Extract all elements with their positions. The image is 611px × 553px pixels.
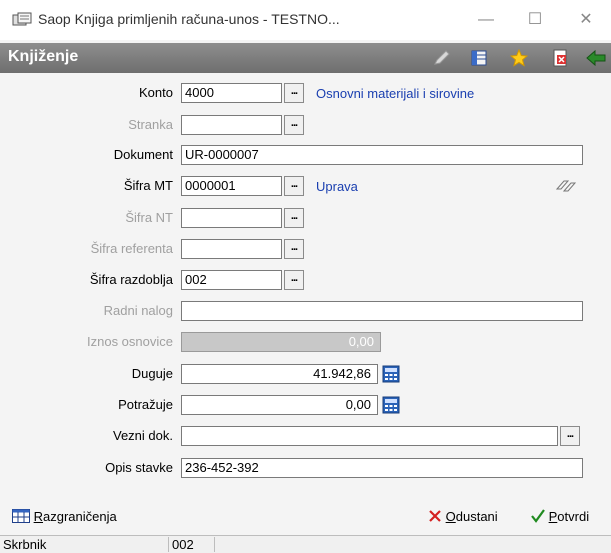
table-icon[interactable] (470, 49, 488, 67)
window-titlebar: Saop Knjiga primljenih računa-unos - TES… (0, 0, 611, 40)
status-bar: Skrbnik 002 (0, 535, 611, 553)
sifra-nt-field[interactable] (181, 208, 282, 228)
sifra-mt-lookup-button[interactable]: ... (284, 176, 304, 196)
sifra-nt-label: Šifra NT (125, 210, 173, 225)
grid-icon (12, 509, 30, 523)
duguje-label: Duguje (131, 366, 173, 381)
duguje-calculator-icon[interactable] (382, 365, 400, 383)
sifra-nt-lookup-button[interactable]: ... (284, 208, 304, 228)
vezni-dok-field[interactable] (181, 426, 558, 446)
status-code: 002 (168, 537, 208, 552)
radni-nalog-label: Radni nalog (103, 303, 173, 318)
iznos-osnovice-label: Iznos osnovice (87, 334, 173, 349)
odustani-mnemonic: O (445, 509, 456, 524)
edit-icon[interactable] (433, 49, 451, 67)
exit-arrow-icon[interactable] (585, 49, 607, 67)
stranka-field[interactable] (181, 115, 282, 135)
radni-nalog-field[interactable] (181, 301, 583, 321)
status-message (214, 537, 611, 552)
konto-label: Konto (139, 85, 173, 100)
vezni-dok-label: Vezni dok. (113, 428, 173, 443)
opis-stavke-label: Opis stavke (105, 460, 173, 475)
sifra-mt-description: Uprava (316, 179, 358, 194)
razgranicenja-button[interactable]: Razgraničenja (12, 509, 117, 524)
dokument-label: Dokument (113, 147, 173, 162)
potrazuje-label: Potražuje (118, 397, 173, 412)
stranka-label: Stranka (128, 117, 173, 132)
potrazuje-calculator-icon[interactable] (382, 396, 400, 414)
minimize-button[interactable]: — (474, 8, 498, 32)
iznos-osnovice-field: 0,00 (181, 332, 381, 352)
sifra-referenta-field[interactable] (181, 239, 282, 259)
sifra-referenta-lookup-button[interactable]: ... (284, 239, 304, 259)
sifra-mt-label: Šifra MT (123, 178, 173, 193)
sifra-referenta-label: Šifra referenta (90, 241, 173, 256)
cancel-x-icon (429, 510, 441, 522)
document-delete-icon[interactable] (551, 49, 569, 67)
section-header: Knjiženje (0, 43, 611, 73)
sifra-razdoblja-lookup-button[interactable]: ... (284, 270, 304, 290)
maximize-button[interactable]: ☐ (523, 8, 547, 32)
opis-stavke-field[interactable]: 236-452-392 (181, 458, 583, 478)
duguje-field[interactable]: 41.942,86 (181, 364, 378, 384)
odustani-label: dustani (455, 509, 498, 524)
close-button[interactable]: ✕ (574, 8, 598, 32)
sifra-razdoblja-label: Šifra razdoblja (89, 272, 173, 287)
dokument-field[interactable]: UR-0000007 (181, 145, 583, 165)
konto-field[interactable]: 4000 (181, 83, 282, 103)
konto-description: Osnovni materijali i sirovine (316, 86, 475, 101)
stranka-lookup-button[interactable]: ... (284, 115, 304, 135)
star-icon[interactable] (510, 49, 528, 67)
potvrdi-label: otvrdi (557, 509, 590, 524)
odustani-button[interactable]: Odustani (428, 509, 498, 524)
razgranicenja-label: azgraničenja (43, 509, 117, 524)
potvrdi-button[interactable]: Potvrdi (531, 509, 589, 524)
konto-lookup-button[interactable]: ... (284, 83, 304, 103)
status-user: Skrbnik (3, 537, 47, 552)
link-chain-icon[interactable] (556, 179, 576, 193)
checkmark-icon (531, 509, 545, 523)
sifra-mt-field[interactable]: 0000001 (181, 176, 282, 196)
vezni-dok-lookup-button[interactable]: ... (560, 426, 580, 446)
header-title: Knjiženje (8, 48, 79, 65)
razgranicenja-mnemonic: R (33, 509, 44, 524)
potrazuje-field[interactable]: 0,00 (181, 395, 378, 415)
sifra-razdoblja-field[interactable]: 002 (181, 270, 282, 290)
window-title: Saop Knjiga primljenih računa-unos - TES… (38, 11, 340, 27)
potvrdi-mnemonic: P (548, 509, 558, 524)
app-icon (12, 12, 32, 26)
